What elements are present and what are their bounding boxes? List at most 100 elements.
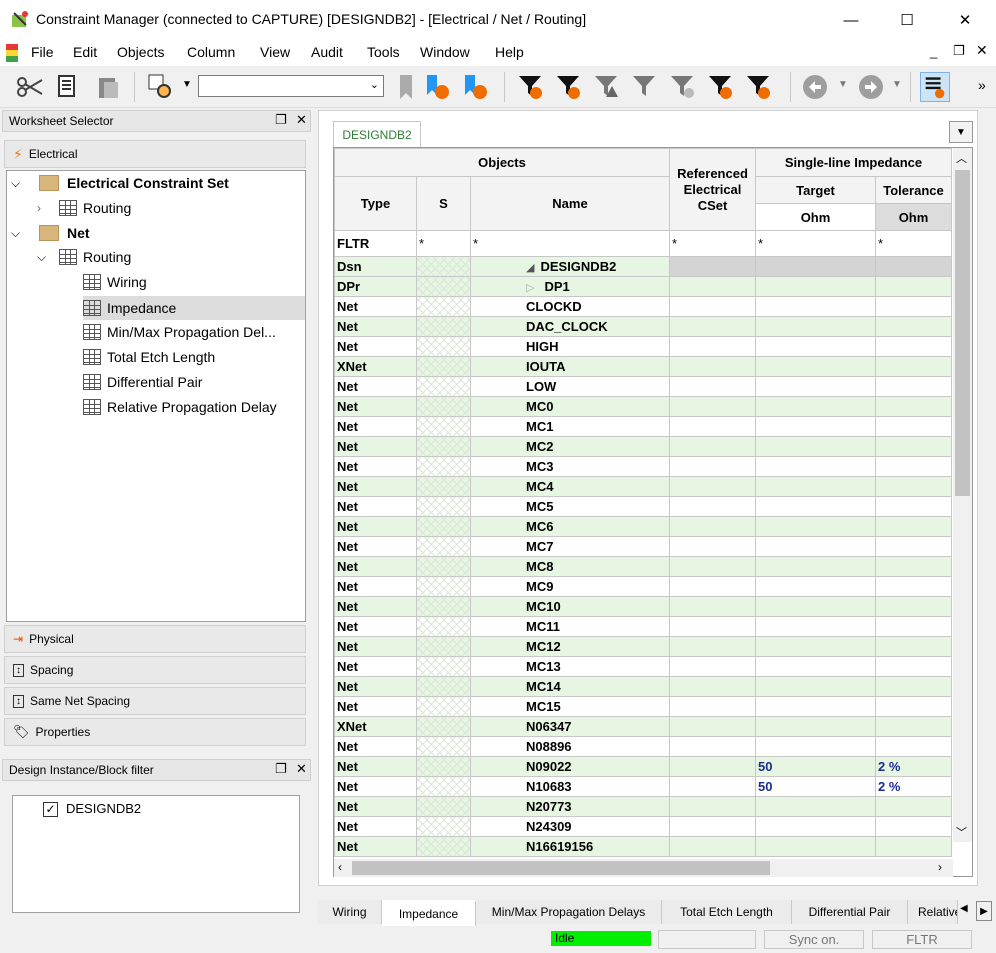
table-row[interactable]: Net N16619156 — [334, 836, 952, 857]
cell-tolerance[interactable] — [875, 576, 952, 597]
cell-tolerance[interactable] — [875, 676, 952, 697]
tab-designdb2[interactable]: DESIGNDB2 — [333, 121, 421, 147]
table-row[interactable]: Net MC7 — [334, 536, 952, 557]
cell-target[interactable] — [755, 576, 876, 597]
copy-icon[interactable] — [52, 72, 82, 102]
cell-name[interactable]: IOUTA — [470, 356, 670, 377]
filter-gear-icon[interactable] — [668, 72, 698, 102]
paste-icon[interactable] — [94, 72, 124, 102]
cell-target[interactable] — [755, 416, 876, 437]
tree-item-relative-propagation[interactable]: Relative Propagation Delay — [83, 399, 277, 415]
find-icon[interactable] — [146, 72, 176, 102]
tabs-scroll-left-icon[interactable]: ◀ — [960, 903, 968, 914]
table-row[interactable]: Net N09022 50 2 % — [334, 756, 952, 777]
redo-icon[interactable] — [856, 72, 886, 102]
tree-item-min-max-propagation[interactable]: Min/Max Propagation Del... — [83, 324, 276, 340]
cell-tolerance[interactable]: 2 % — [875, 776, 952, 797]
tab-electrical[interactable]: ⚡ Electrical — [4, 140, 306, 168]
menu-window[interactable]: Window — [420, 44, 470, 60]
cell-ref-cset[interactable] — [669, 736, 756, 757]
cell-target[interactable] — [755, 456, 876, 477]
collapse-icon[interactable]: ⌵ — [11, 226, 31, 241]
table-row[interactable]: Net MC3 — [334, 456, 952, 477]
cell-target[interactable] — [755, 616, 876, 637]
cell-name[interactable]: MC4 — [470, 476, 670, 497]
cell-name[interactable]: ▷ DP1 — [470, 276, 670, 297]
collapse-tree-icon[interactable]: ◢ — [526, 262, 534, 274]
cell-target[interactable] — [755, 376, 876, 397]
table-row[interactable]: Net MC1 — [334, 416, 952, 437]
cell-name[interactable]: N24309 — [470, 816, 670, 837]
cell-tolerance[interactable] — [875, 496, 952, 517]
cell-tolerance[interactable] — [875, 516, 952, 537]
filter-undo-icon[interactable] — [516, 72, 546, 102]
filter-s[interactable]: * — [416, 230, 471, 257]
float-panel-icon[interactable]: ❐ — [275, 761, 287, 777]
cell-tolerance[interactable] — [875, 356, 952, 377]
cell-ref-cset[interactable] — [669, 676, 756, 697]
previous-bookmark-icon[interactable] — [460, 72, 490, 102]
status-sync[interactable]: Sync on. — [764, 930, 864, 949]
cell-tolerance[interactable] — [875, 796, 952, 817]
cell-ref-cset[interactable] — [669, 456, 756, 477]
minimize-button[interactable]: — — [828, 6, 874, 34]
vertical-scroll-thumb[interactable] — [955, 170, 970, 496]
cell-tolerance[interactable] — [875, 276, 952, 297]
cell-ref-cset[interactable] — [669, 596, 756, 617]
table-row[interactable]: Net CLOCKD — [334, 296, 952, 317]
cell-target[interactable] — [755, 316, 876, 337]
cell-ref-cset[interactable] — [669, 636, 756, 657]
expand-tree-icon[interactable]: ▷ — [526, 282, 534, 294]
menu-view[interactable]: View — [260, 44, 290, 60]
cell-ref-cset[interactable] — [669, 716, 756, 737]
menu-edit[interactable]: Edit — [73, 44, 97, 60]
cell-name[interactable]: MC3 — [470, 456, 670, 477]
chevron-down-icon[interactable]: ⌄ — [370, 78, 379, 91]
cell-target[interactable] — [755, 816, 876, 837]
cell-name[interactable]: N08896 — [470, 736, 670, 757]
cell-ref-cset[interactable] — [669, 656, 756, 677]
designdb2-checkbox[interactable]: ✓ — [43, 802, 58, 817]
cell-name[interactable]: MC5 — [470, 496, 670, 517]
cell-name[interactable]: MC8 — [470, 556, 670, 577]
table-row[interactable]: Net MC15 — [334, 696, 952, 717]
column-options-icon[interactable] — [920, 72, 950, 102]
cell-target[interactable] — [755, 396, 876, 417]
filter-tolerance[interactable]: * — [875, 230, 952, 257]
cell-target[interactable] — [755, 656, 876, 677]
cell-name[interactable]: DAC_CLOCK — [470, 316, 670, 337]
cell-ref-cset[interactable] — [669, 336, 756, 357]
table-row[interactable]: Net MC0 — [334, 396, 952, 417]
cell-ref-cset[interactable] — [669, 276, 756, 297]
float-panel-icon[interactable]: ❐ — [275, 112, 287, 128]
filter-target[interactable]: * — [755, 230, 876, 257]
table-row[interactable]: Net MC11 — [334, 616, 952, 637]
filter-type[interactable]: FLTR — [334, 230, 417, 257]
filter-ref[interactable]: * — [669, 230, 756, 257]
mdi-minimize-icon[interactable]: _ — [930, 44, 937, 59]
filter-select-icon[interactable] — [630, 72, 660, 102]
cell-tolerance[interactable]: 2 % — [875, 756, 952, 777]
cell-ref-cset[interactable] — [669, 616, 756, 637]
scroll-left-icon[interactable]: ‹ — [338, 860, 342, 874]
search-combo[interactable]: ⌄ — [198, 75, 384, 97]
cell-tolerance[interactable] — [875, 556, 952, 577]
collapse-icon[interactable]: ⌵ — [37, 250, 59, 265]
header-type[interactable]: Type — [334, 176, 417, 231]
cell-ref-cset[interactable] — [669, 696, 756, 717]
cell-name[interactable]: MC15 — [470, 696, 670, 717]
cell-name[interactable]: ◢ DESIGNDB2 — [470, 256, 670, 277]
tab-spacing[interactable]: ↕ Spacing — [4, 656, 306, 684]
cell-ref-cset[interactable] — [669, 416, 756, 437]
cell-name[interactable]: MC9 — [470, 576, 670, 597]
filter-list-icon[interactable] — [706, 72, 736, 102]
tree-item-net-routing[interactable]: ⌵ Routing — [37, 249, 131, 265]
close-panel-icon[interactable]: ✕ — [296, 761, 307, 777]
tree-item-net[interactable]: ⌵ Net — [11, 225, 90, 241]
cell-target[interactable] — [755, 836, 876, 857]
cell-target[interactable] — [755, 696, 876, 717]
next-bookmark-icon[interactable] — [422, 72, 452, 102]
tree-item-total-etch-length[interactable]: Total Etch Length — [83, 349, 215, 365]
cell-tolerance[interactable] — [875, 416, 952, 437]
menu-help[interactable]: Help — [495, 44, 524, 60]
